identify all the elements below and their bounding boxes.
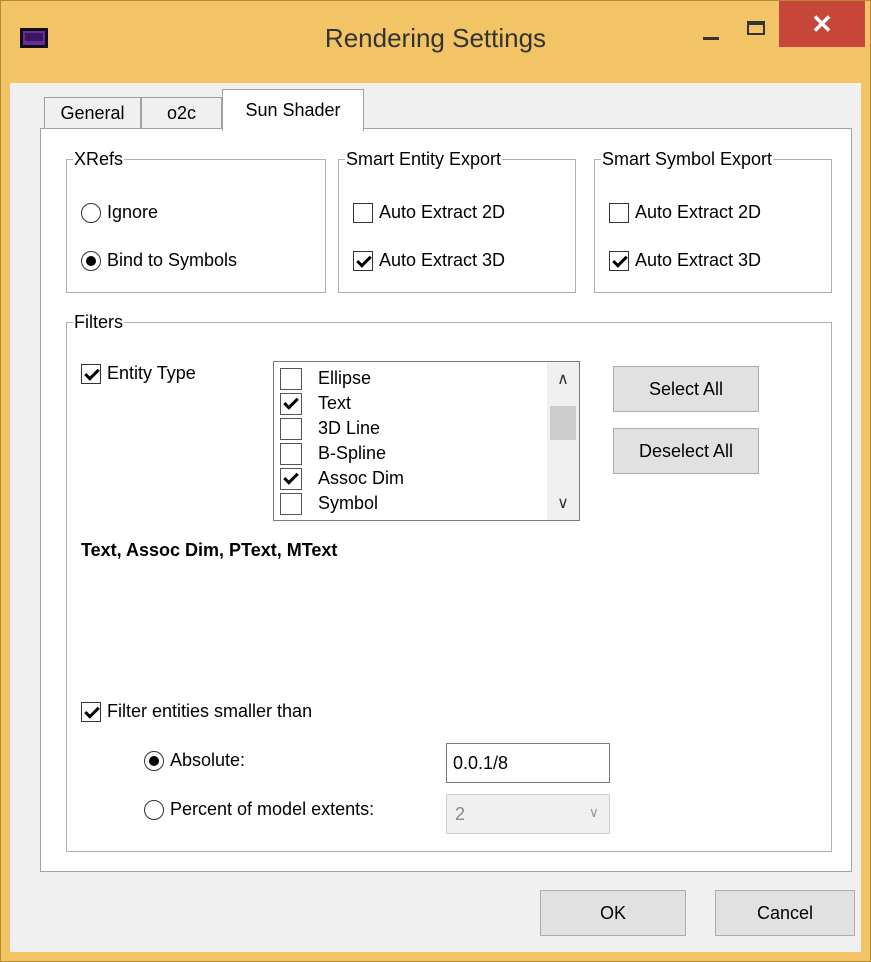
3d-line-checkbox[interactable] <box>280 417 302 440</box>
listbox-scrollbar[interactable]: ∧ ∨ <box>547 362 579 520</box>
assoc-dim-label: Assoc Dim <box>318 468 405 488</box>
percent-radio[interactable] <box>144 799 164 820</box>
entity-type-listbox[interactable]: Ellipse Text 3D Line B-Spline Assoc Dim … <box>273 361 580 521</box>
list-item-assoc-dim[interactable]: Assoc Dim <box>280 466 404 491</box>
select-all-button[interactable]: Select All <box>613 366 759 412</box>
3d-line-label: 3D Line <box>318 418 381 438</box>
scroll-down-arrow-icon[interactable]: ∨ <box>547 486 579 520</box>
absolute-value: 0.0.1/8 <box>453 752 509 773</box>
window-title: Rendering Settings <box>324 23 547 53</box>
selected-entities-summary: Text, Assoc Dim, PText, MText <box>81 540 338 560</box>
xrefs-legend: XRefs <box>73 147 125 171</box>
smart-entity-export-group: Smart Entity Export Auto Extract 2D Auto… <box>338 147 576 293</box>
entity-auto-extract-3d-option[interactable]: Auto Extract 3D <box>353 250 505 271</box>
cancel-button[interactable]: Cancel <box>715 890 855 936</box>
bind-to-symbols-label: Bind to Symbols <box>107 250 238 270</box>
scroll-thumb[interactable] <box>550 406 576 440</box>
percent-value: 2 <box>455 803 466 824</box>
percent-option[interactable]: Percent of model extents: <box>144 799 374 820</box>
list-item-3d-line[interactable]: 3D Line <box>280 416 380 441</box>
xrefs-ignore-option[interactable]: Ignore <box>81 202 158 223</box>
symbol-auto-extract-2d-label: Auto Extract 2D <box>635 202 762 222</box>
entity-auto-extract-3d-label: Auto Extract 3D <box>379 250 506 270</box>
b-spline-checkbox[interactable] <box>280 442 302 465</box>
xrefs-group: XRefs Ignore Bind to Symbols <box>66 147 326 293</box>
tab-sun-shader-label: Sun Shader <box>245 100 341 120</box>
entity-auto-extract-2d-label: Auto Extract 2D <box>379 202 506 222</box>
symbol-auto-extract-2d-option[interactable]: Auto Extract 2D <box>609 202 761 223</box>
maximize-icon[interactable] <box>747 21 765 35</box>
smart-symbol-export-legend: Smart Symbol Export <box>601 147 774 171</box>
tab-general-label: General <box>60 103 125 123</box>
assoc-dim-checkbox[interactable] <box>280 467 302 490</box>
entity-type-label: Entity Type <box>107 363 196 383</box>
ok-button[interactable]: OK <box>540 890 686 936</box>
ignore-radio[interactable] <box>81 202 101 223</box>
entity-auto-extract-3d-checkbox[interactable] <box>353 250 373 271</box>
close-icon: ✕ <box>811 8 833 39</box>
rendering-settings-window: Rendering Settings ✕ General o2c Sun Sha… <box>0 0 871 962</box>
entity-auto-extract-2d-checkbox[interactable] <box>353 202 373 223</box>
title-bar[interactable]: Rendering Settings ✕ <box>1 1 870 83</box>
chevron-down-icon: ∨ <box>588 804 599 820</box>
tab-general[interactable]: General <box>44 97 141 129</box>
filters-legend: Filters <box>73 310 124 334</box>
b-spline-label: B-Spline <box>318 443 387 463</box>
absolute-radio[interactable] <box>144 750 164 771</box>
ellipse-checkbox[interactable] <box>280 367 302 390</box>
list-item-text[interactable]: Text <box>280 391 351 416</box>
tab-sun-shader[interactable]: Sun Shader <box>222 89 364 131</box>
tab-o2c[interactable]: o2c <box>141 97 222 129</box>
filter-small-entities-label: Filter entities smaller than <box>107 701 313 721</box>
symbol-auto-extract-2d-checkbox[interactable] <box>609 202 629 223</box>
percent-label: Percent of model extents: <box>170 799 375 819</box>
ellipse-label: Ellipse <box>318 368 372 388</box>
xrefs-bind-option[interactable]: Bind to Symbols <box>81 250 237 271</box>
filters-group: Filters Entity Type Ellipse Text 3D Line… <box>66 310 832 852</box>
absolute-label: Absolute: <box>170 750 246 770</box>
deselect-all-label: Deselect All <box>638 440 734 461</box>
smart-entity-export-legend: Smart Entity Export <box>345 147 503 171</box>
filter-small-entities-checkbox[interactable] <box>81 701 101 722</box>
dialog-client-area: General o2c Sun Shader XRefs Ignore Bind… <box>10 83 861 952</box>
smart-symbol-export-group: Smart Symbol Export Auto Extract 2D Auto… <box>594 147 832 293</box>
filter-small-entities-option[interactable]: Filter entities smaller than <box>81 701 312 722</box>
scroll-up-arrow-icon[interactable]: ∧ <box>547 362 579 396</box>
select-all-label: Select All <box>648 378 724 399</box>
percent-value-dropdown[interactable]: 2 ∨ <box>446 794 610 834</box>
entity-type-checkbox[interactable] <box>81 363 101 384</box>
minimize-icon[interactable] <box>703 37 719 40</box>
entity-auto-extract-2d-option[interactable]: Auto Extract 2D <box>353 202 505 223</box>
ok-label: OK <box>599 902 626 923</box>
close-button[interactable]: ✕ <box>779 1 865 47</box>
symbol-auto-extract-3d-checkbox[interactable] <box>609 250 629 271</box>
absolute-option[interactable]: Absolute: <box>144 750 245 771</box>
cancel-label: Cancel <box>756 902 814 923</box>
sun-shader-tab-panel: XRefs Ignore Bind to Symbols Smart Entit… <box>40 128 852 872</box>
deselect-all-button[interactable]: Deselect All <box>613 428 759 474</box>
symbol-label: Symbol <box>318 493 379 513</box>
symbol-checkbox[interactable] <box>280 492 302 515</box>
absolute-value-input[interactable]: 0.0.1/8 <box>446 743 610 783</box>
list-item-symbol[interactable]: Symbol <box>280 491 378 516</box>
ignore-label: Ignore <box>107 202 159 222</box>
symbol-auto-extract-3d-option[interactable]: Auto Extract 3D <box>609 250 761 271</box>
text-checkbox[interactable] <box>280 392 302 415</box>
list-item-b-spline[interactable]: B-Spline <box>280 441 386 466</box>
tab-o2c-label: o2c <box>166 103 197 123</box>
entity-type-option[interactable]: Entity Type <box>81 363 196 384</box>
list-item-ellipse[interactable]: Ellipse <box>280 366 371 391</box>
symbol-auto-extract-3d-label: Auto Extract 3D <box>635 250 762 270</box>
bind-to-symbols-radio[interactable] <box>81 250 101 271</box>
text-label: Text <box>318 393 352 413</box>
